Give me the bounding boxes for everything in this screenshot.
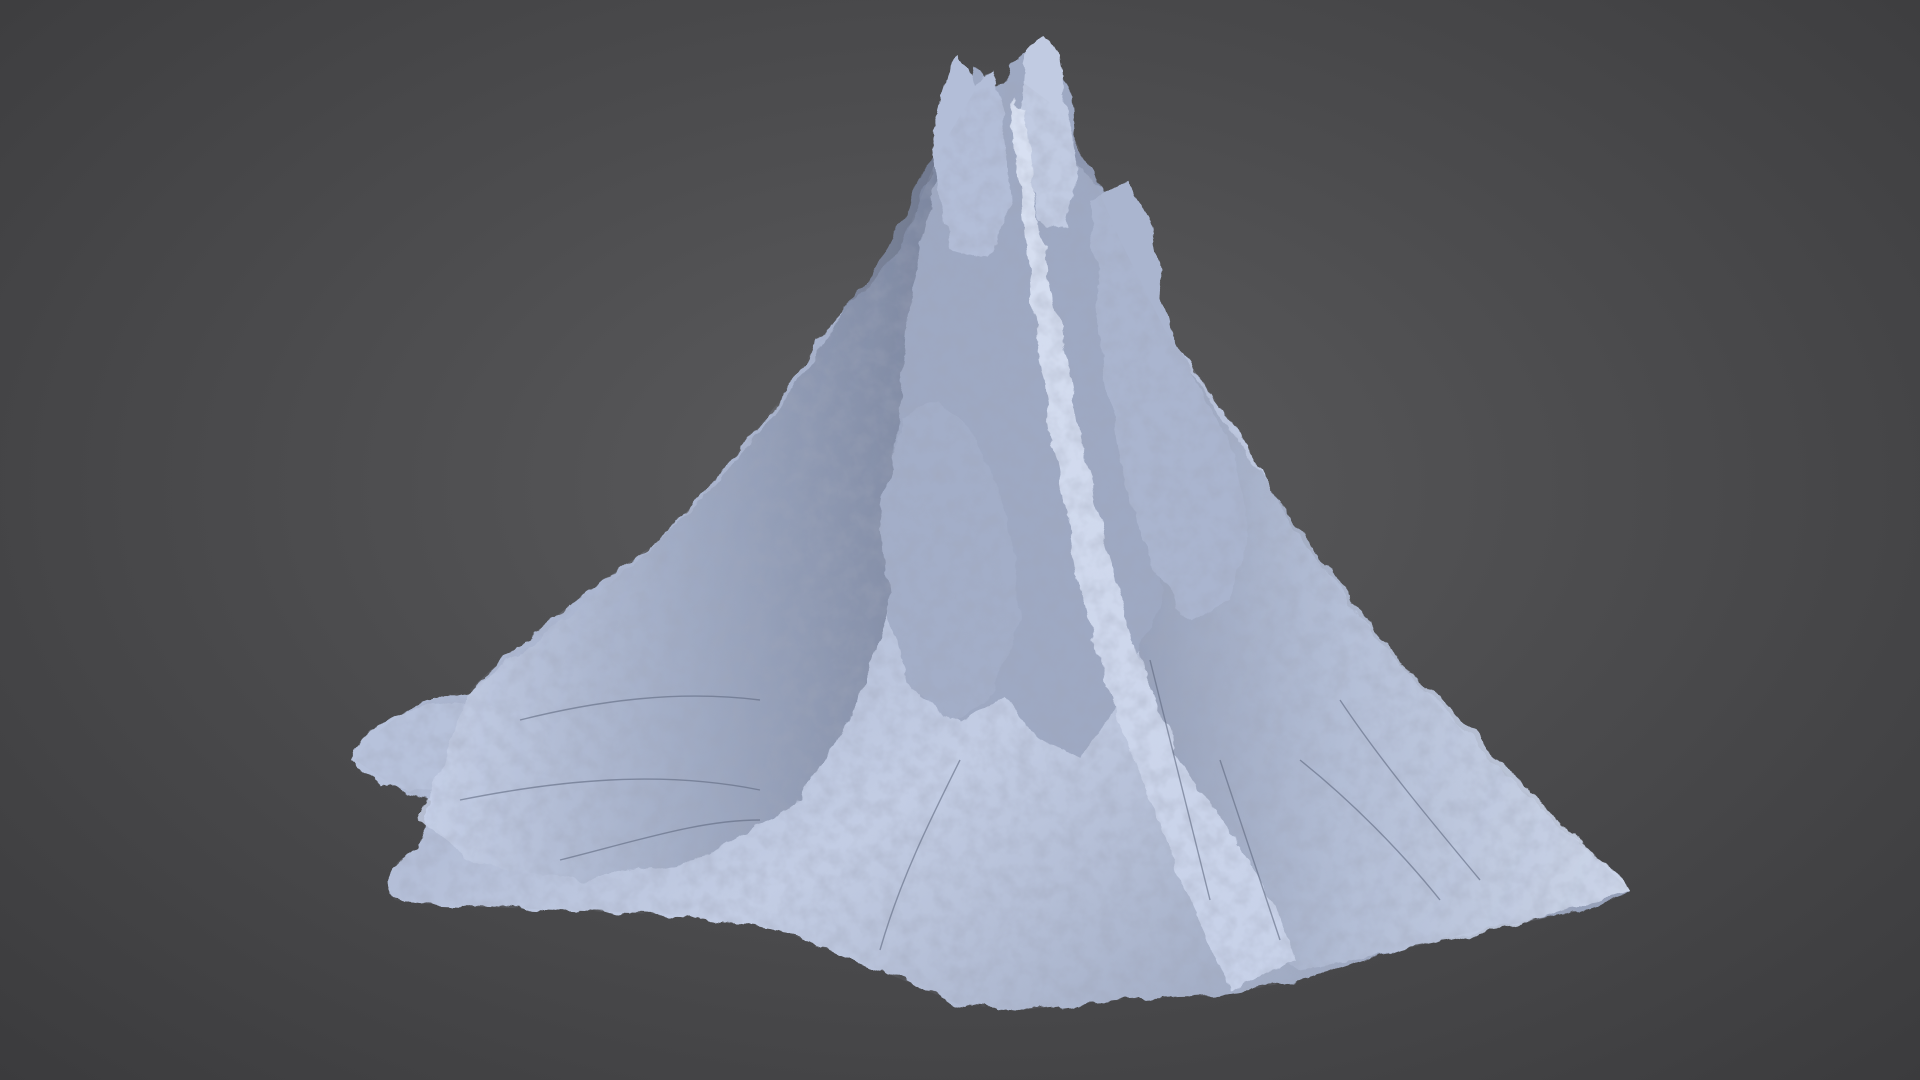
viewport-canvas[interactable] bbox=[0, 0, 1920, 1080]
3d-viewport[interactable] bbox=[0, 0, 1920, 1080]
mountain-surface-texture bbox=[355, 80, 1630, 1010]
